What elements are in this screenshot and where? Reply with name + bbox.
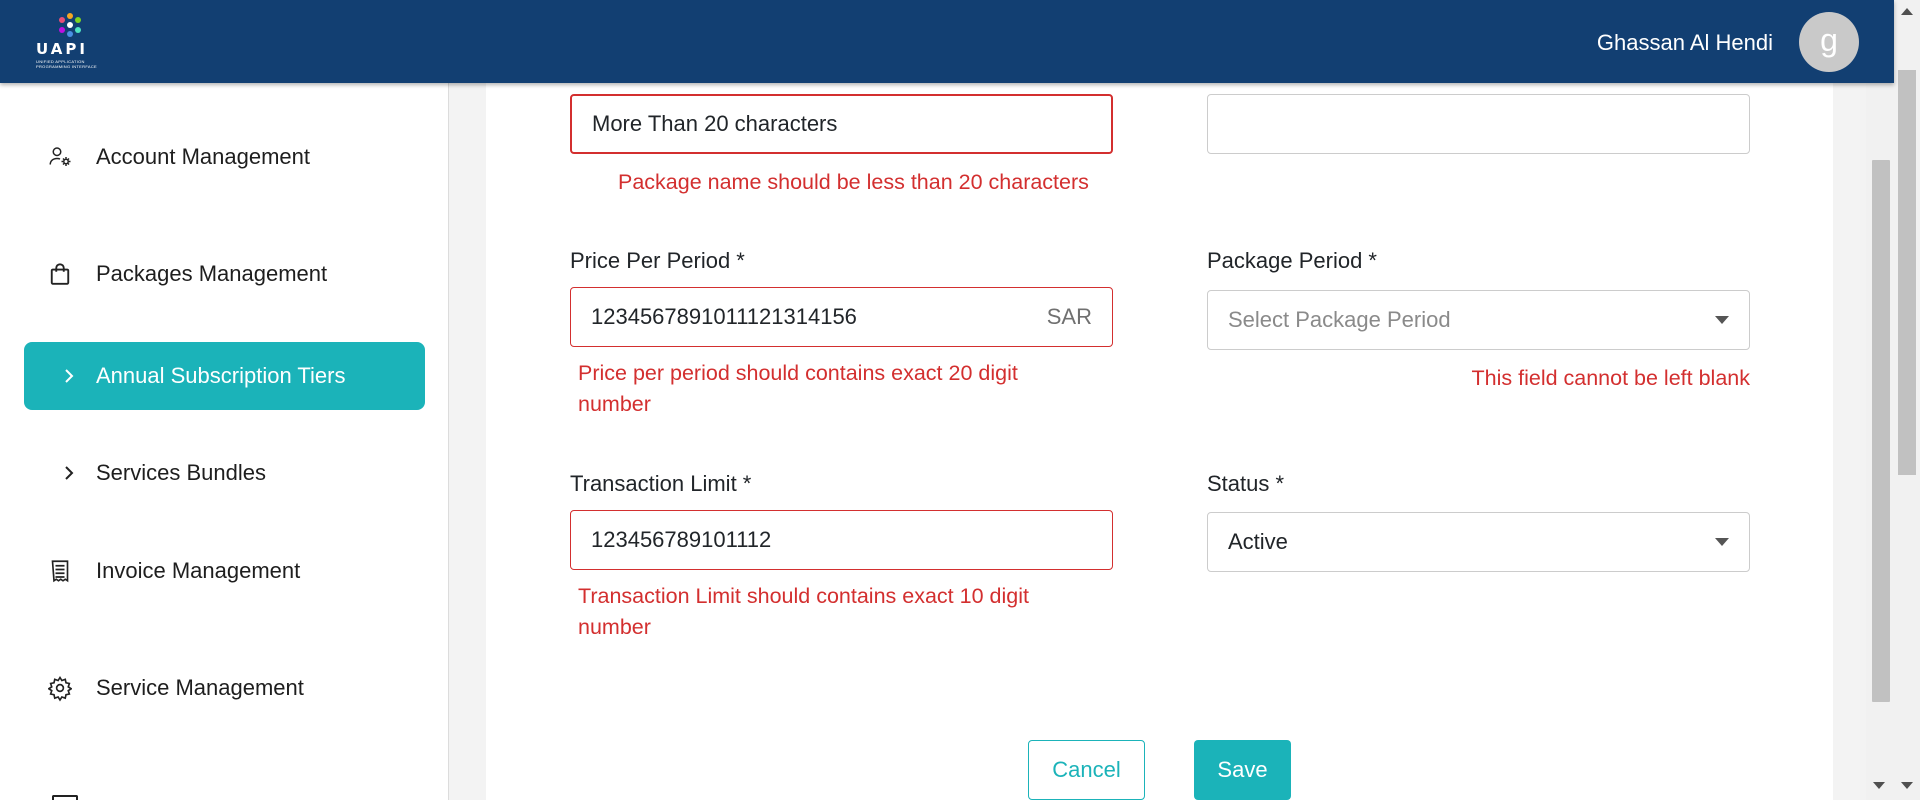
price-per-period-input[interactable]: 1234567891011121314156 SAR xyxy=(570,287,1113,347)
save-button[interactable]: Save xyxy=(1194,740,1291,800)
user-gear-icon xyxy=(24,141,72,173)
status-select[interactable]: Active xyxy=(1207,512,1750,572)
logo-subtext: UNIFIED APPLICATION PROGRAMMING INTERFAC… xyxy=(36,59,97,69)
transaction-limit-error: Transaction Limit should contains exact … xyxy=(578,581,1029,643)
package-period-error: This field cannot be left blank xyxy=(1471,366,1750,390)
sidebar-item-account-management[interactable]: Account Management xyxy=(24,123,425,191)
package-period-placeholder: Select Package Period xyxy=(1228,307,1451,332)
sidebar-item-label: Annual Subscription Tiers xyxy=(96,363,346,388)
price-per-period-error: Price per period should contains exact 2… xyxy=(578,358,1018,420)
avatar[interactable]: g xyxy=(1799,12,1859,72)
user-name[interactable]: Ghassan Al Hendi xyxy=(1597,30,1773,56)
transaction-error-line1: Transaction Limit should contains exact … xyxy=(578,584,1029,608)
price-per-period-label: Price Per Period * xyxy=(570,248,745,273)
shopping-bag-icon xyxy=(24,258,72,290)
package-name-error: Package name should be less than 20 char… xyxy=(618,170,1089,194)
scroll-down-arrow-icon[interactable] xyxy=(1873,782,1885,789)
receipt-icon xyxy=(24,555,72,587)
chevron-right-icon xyxy=(24,367,96,385)
transaction-limit-input[interactable]: 123456789101112 xyxy=(570,510,1113,570)
top-header: UAPI UNIFIED APPLICATION PROGRAMMING INT… xyxy=(0,0,1894,83)
transaction-error-line2: number xyxy=(578,615,651,639)
package-name-value: More Than 20 characters xyxy=(592,111,838,136)
status-label: Status * xyxy=(1207,471,1285,496)
other-field-input[interactable] xyxy=(1207,94,1750,154)
sidebar-item-annual-subscription-tiers[interactable]: Annual Subscription Tiers xyxy=(24,342,425,410)
main-content: More Than 20 characters Package name sho… xyxy=(450,83,1866,800)
sidebar-item-label: Account Management xyxy=(96,144,311,169)
currency-suffix: SAR xyxy=(1046,304,1092,329)
price-per-period-value: 1234567891011121314156 xyxy=(591,304,857,329)
sidebar-item-services-bundles[interactable]: Services Bundles xyxy=(24,439,425,507)
window-scroll-down-icon[interactable] xyxy=(1901,782,1913,789)
gear-icon xyxy=(24,672,72,704)
sidebar-item-label: Services Bundles xyxy=(96,460,266,485)
uapi-logo[interactable]: UAPI UNIFIED APPLICATION PROGRAMMING INT… xyxy=(34,10,106,72)
sidebar-item-invoice-management[interactable]: Invoice Management xyxy=(24,537,425,605)
transaction-limit-label: Transaction Limit * xyxy=(570,471,752,496)
sidebar-item-label: Packages Management xyxy=(96,261,328,286)
form-card: More Than 20 characters Package name sho… xyxy=(486,83,1833,800)
window-scrollbar-thumb[interactable] xyxy=(1898,70,1916,475)
price-error-line2: number xyxy=(578,392,651,416)
dropdown-caret-icon xyxy=(1715,538,1729,546)
transaction-limit-value: 123456789101112 xyxy=(591,527,772,552)
price-error-line1: Price per period should contains exact 2… xyxy=(578,361,1018,385)
window-scroll-up-icon[interactable] xyxy=(1901,8,1913,15)
package-period-label: Package Period * xyxy=(1207,248,1377,273)
dropdown-caret-icon xyxy=(1715,316,1729,324)
sidebar-item-label: Invoice Management xyxy=(96,558,301,583)
package-period-select[interactable]: Select Package Period xyxy=(1207,290,1750,350)
content-scrollbar-thumb[interactable] xyxy=(1872,160,1890,702)
cancel-button[interactable]: Cancel xyxy=(1028,740,1145,800)
logo-text: UAPI xyxy=(36,40,88,58)
chevron-right-icon xyxy=(24,464,96,482)
sidebar-item-packages-management[interactable]: Packages Management xyxy=(24,240,425,308)
sidebar: Account Management Packages Management A… xyxy=(0,83,449,800)
sidebar-item-service-management[interactable]: Service Management xyxy=(24,654,425,722)
status-value: Active xyxy=(1228,529,1288,554)
partial-menu-icon xyxy=(52,795,78,800)
package-name-input[interactable]: More Than 20 characters xyxy=(570,94,1113,154)
flower-logo-icon xyxy=(59,13,81,37)
sidebar-item-label: Service Management xyxy=(96,675,304,700)
